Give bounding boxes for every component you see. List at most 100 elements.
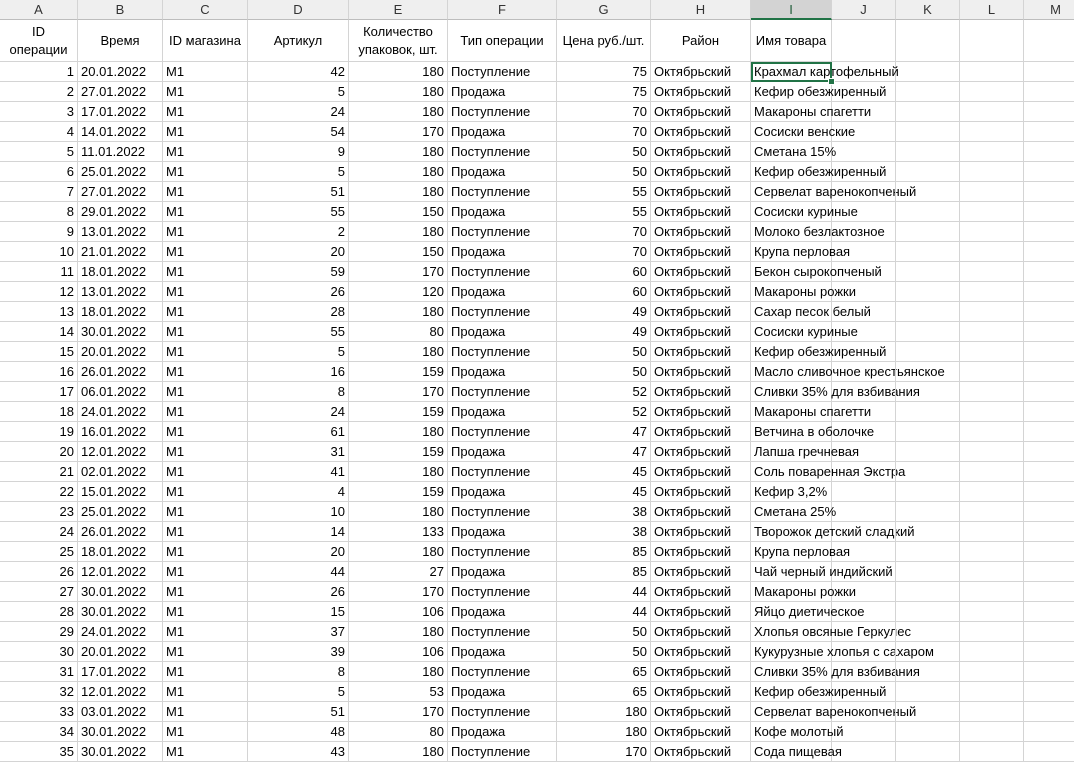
- empty-cell[interactable]: [1024, 402, 1074, 422]
- table-cell[interactable]: Октябрьский: [651, 742, 751, 762]
- table-cell[interactable]: 50: [557, 342, 651, 362]
- column-header-b[interactable]: B: [78, 0, 163, 20]
- table-cell[interactable]: 170: [349, 262, 448, 282]
- table-cell[interactable]: 30.01.2022: [78, 322, 163, 342]
- table-cell[interactable]: Октябрьский: [651, 62, 751, 82]
- table-cell[interactable]: Октябрьский: [651, 342, 751, 362]
- table-cell[interactable]: Октябрьский: [651, 282, 751, 302]
- empty-cell[interactable]: [960, 322, 1024, 342]
- table-cell[interactable]: M1: [163, 662, 248, 682]
- table-cell[interactable]: 120: [349, 282, 448, 302]
- empty-cell[interactable]: [832, 482, 896, 502]
- table-cell[interactable]: 31: [0, 662, 78, 682]
- table-cell[interactable]: 5: [248, 342, 349, 362]
- table-cell[interactable]: Сахар песок белый: [751, 302, 871, 322]
- table-header-cell[interactable]: ID операции: [0, 20, 78, 62]
- table-cell[interactable]: Макароны рожки: [751, 282, 856, 302]
- table-cell[interactable]: 159: [349, 362, 448, 382]
- empty-cell[interactable]: [832, 442, 896, 462]
- empty-cell[interactable]: [832, 722, 896, 742]
- empty-cell[interactable]: [896, 222, 960, 242]
- empty-cell[interactable]: [896, 442, 960, 462]
- table-cell[interactable]: Поступление: [448, 262, 557, 282]
- empty-cell[interactable]: [1024, 322, 1074, 342]
- table-cell[interactable]: 170: [349, 122, 448, 142]
- empty-cell[interactable]: [896, 322, 960, 342]
- table-cell[interactable]: M1: [163, 62, 248, 82]
- table-cell[interactable]: 52: [557, 382, 651, 402]
- table-cell[interactable]: 44: [248, 562, 349, 582]
- table-cell[interactable]: 70: [557, 122, 651, 142]
- table-cell[interactable]: 5: [248, 82, 349, 102]
- table-cell[interactable]: M1: [163, 542, 248, 562]
- table-cell[interactable]: M1: [163, 742, 248, 762]
- table-cell[interactable]: Сметана 15%: [751, 142, 836, 162]
- table-cell[interactable]: 19: [0, 422, 78, 442]
- table-header-cell[interactable]: Количество упаковок, шт.: [349, 20, 448, 62]
- table-cell[interactable]: 4: [248, 482, 349, 502]
- table-cell[interactable]: 20: [248, 242, 349, 262]
- table-cell[interactable]: M1: [163, 122, 248, 142]
- table-cell[interactable]: Октябрьский: [651, 262, 751, 282]
- table-cell[interactable]: Крупа перловая: [751, 542, 850, 562]
- table-cell[interactable]: Октябрьский: [651, 382, 751, 402]
- table-cell[interactable]: Кукурузные хлопья с сахаром: [751, 642, 934, 662]
- empty-cell[interactable]: [832, 742, 896, 762]
- table-cell[interactable]: 44: [557, 602, 651, 622]
- table-cell[interactable]: Хлопья овсяные Геркулес: [751, 622, 911, 642]
- empty-cell[interactable]: [960, 82, 1024, 102]
- table-cell[interactable]: Октябрьский: [651, 362, 751, 382]
- empty-cell[interactable]: [1024, 202, 1074, 222]
- table-cell[interactable]: Продажа: [448, 202, 557, 222]
- table-cell[interactable]: 22: [0, 482, 78, 502]
- table-cell[interactable]: Кефир обезжиренный: [751, 342, 886, 362]
- empty-cell[interactable]: [960, 222, 1024, 242]
- empty-cell[interactable]: [832, 262, 896, 282]
- table-cell[interactable]: 9: [248, 142, 349, 162]
- table-cell[interactable]: 02.01.2022: [78, 462, 163, 482]
- empty-cell[interactable]: [832, 102, 896, 122]
- empty-cell[interactable]: [1024, 442, 1074, 462]
- table-cell[interactable]: 7: [0, 182, 78, 202]
- empty-cell[interactable]: [896, 562, 960, 582]
- empty-cell[interactable]: [896, 122, 960, 142]
- table-cell[interactable]: M1: [163, 182, 248, 202]
- table-cell[interactable]: M1: [163, 522, 248, 542]
- table-cell[interactable]: 32: [0, 682, 78, 702]
- table-cell[interactable]: 180: [349, 102, 448, 122]
- empty-cell[interactable]: [960, 742, 1024, 762]
- table-cell[interactable]: 180: [349, 162, 448, 182]
- table-cell[interactable]: 159: [349, 482, 448, 502]
- empty-cell[interactable]: [960, 302, 1024, 322]
- table-cell[interactable]: 38: [557, 502, 651, 522]
- table-cell[interactable]: 180: [349, 302, 448, 322]
- table-cell[interactable]: Масло сливочное крестьянское: [751, 362, 945, 382]
- table-cell[interactable]: 159: [349, 442, 448, 462]
- table-cell[interactable]: 30.01.2022: [78, 582, 163, 602]
- table-cell[interactable]: 29.01.2022: [78, 202, 163, 222]
- empty-cell[interactable]: [832, 82, 896, 102]
- table-cell[interactable]: Кофе молотый: [751, 722, 843, 742]
- empty-cell[interactable]: [896, 202, 960, 222]
- table-cell[interactable]: 37: [248, 622, 349, 642]
- empty-cell[interactable]: [960, 382, 1024, 402]
- table-cell[interactable]: 75: [557, 62, 651, 82]
- table-cell[interactable]: 15: [0, 342, 78, 362]
- empty-cell[interactable]: [832, 682, 896, 702]
- table-cell[interactable]: Продажа: [448, 602, 557, 622]
- table-cell[interactable]: 38: [557, 522, 651, 542]
- table-cell[interactable]: Поступление: [448, 742, 557, 762]
- selected-cell[interactable]: Крахмал картофельный: [751, 62, 899, 82]
- table-cell[interactable]: Октябрьский: [651, 602, 751, 622]
- table-cell[interactable]: 24.01.2022: [78, 622, 163, 642]
- table-cell[interactable]: 25.01.2022: [78, 162, 163, 182]
- table-cell[interactable]: 39: [248, 642, 349, 662]
- table-cell[interactable]: 75: [557, 82, 651, 102]
- table-cell[interactable]: Макароны рожки: [751, 582, 856, 602]
- table-cell[interactable]: M1: [163, 382, 248, 402]
- table-cell[interactable]: 6: [0, 162, 78, 182]
- table-cell[interactable]: 17.01.2022: [78, 662, 163, 682]
- table-cell[interactable]: M1: [163, 722, 248, 742]
- empty-cell[interactable]: [896, 182, 960, 202]
- table-cell[interactable]: Поступление: [448, 102, 557, 122]
